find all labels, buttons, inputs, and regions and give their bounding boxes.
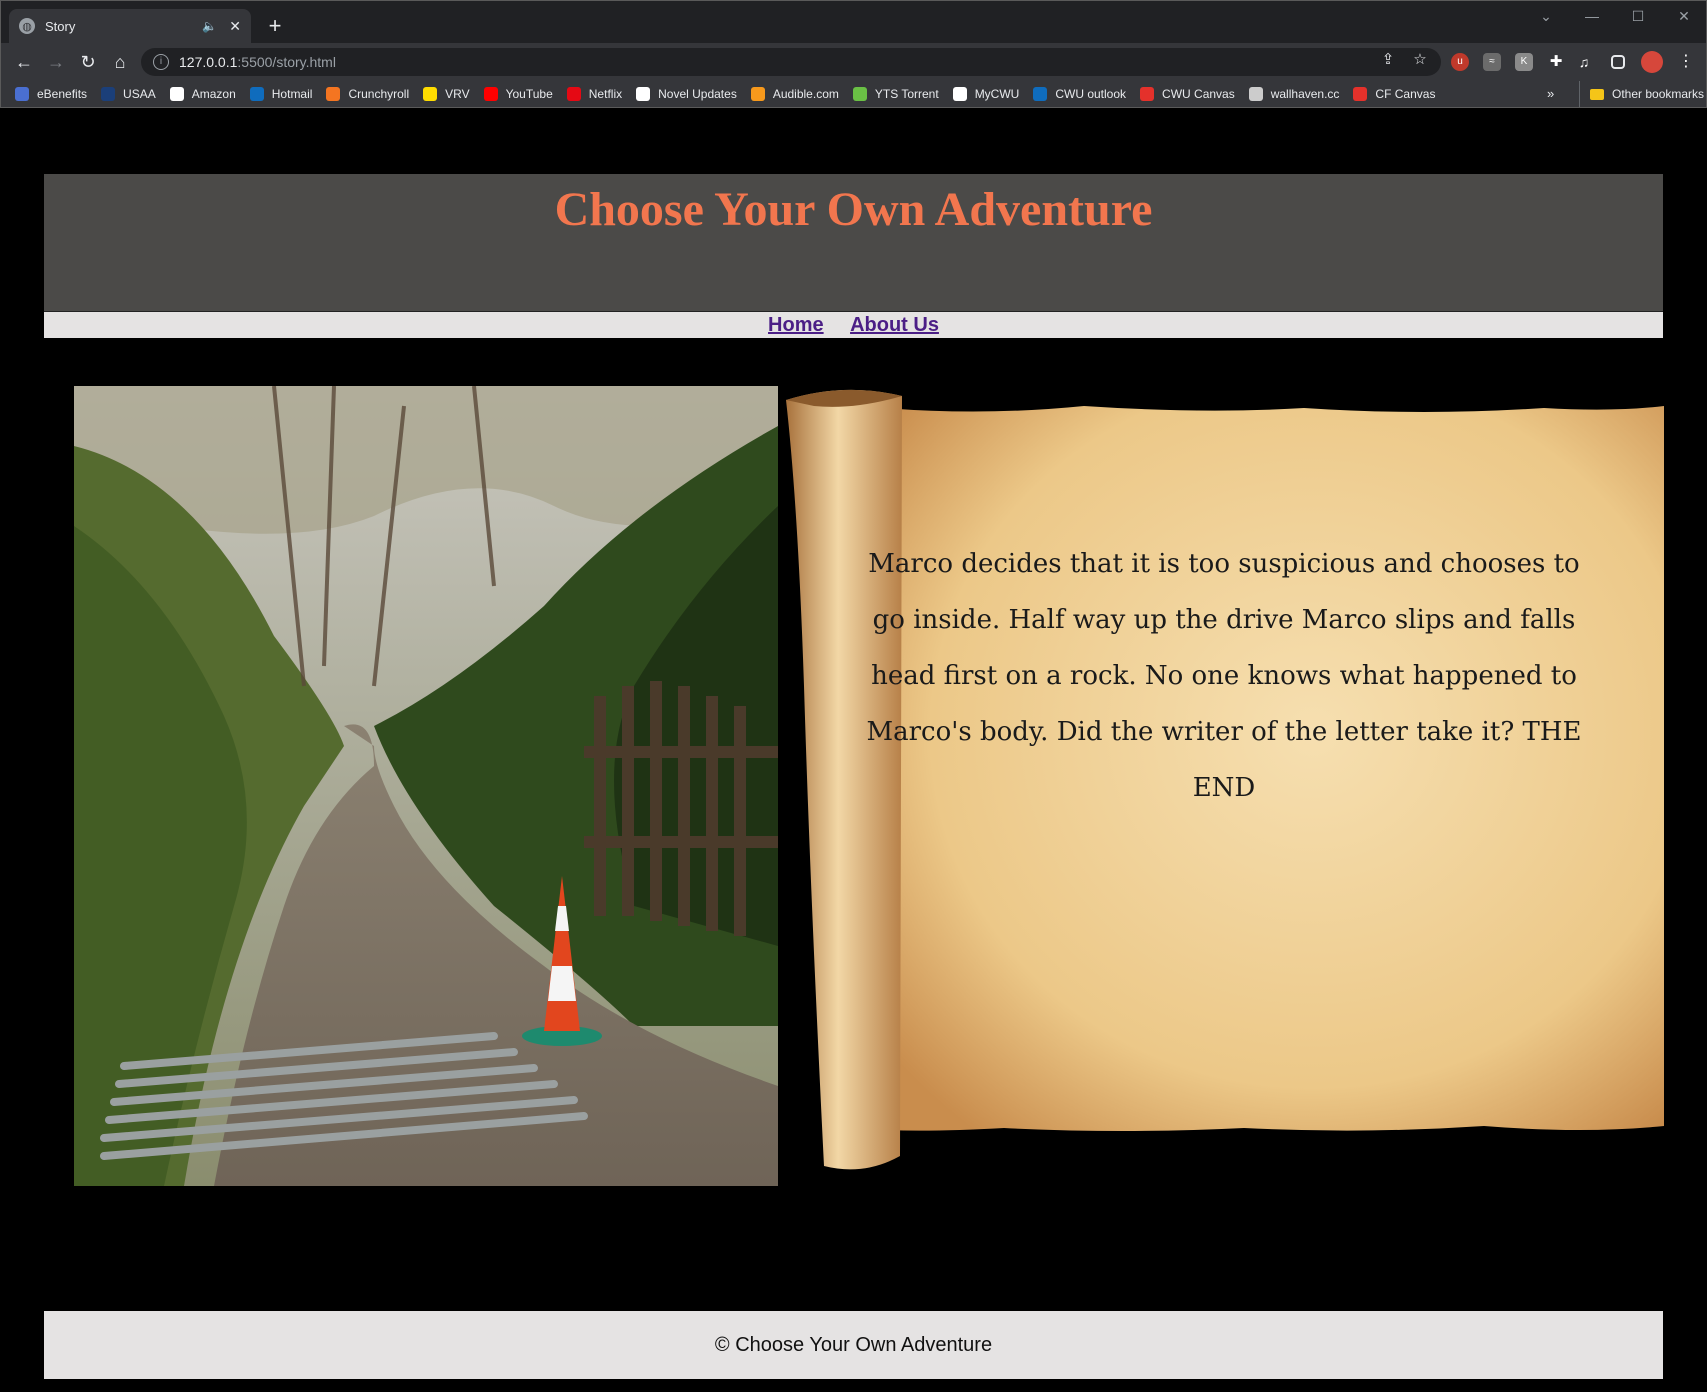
close-window-button[interactable]: ✕ xyxy=(1661,5,1707,27)
bookmark-item[interactable]: Novel Updates xyxy=(636,87,737,101)
bookmark-label: Hotmail xyxy=(271,87,313,101)
share-icon[interactable]: ⇪ xyxy=(1377,50,1399,68)
bookmark-label: eBenefits xyxy=(37,87,88,101)
bookmark-item[interactable]: wallhaven.cc xyxy=(1248,87,1340,101)
bookmark-label: wallhaven.cc xyxy=(1270,87,1340,101)
bookmark-label: Amazon xyxy=(191,87,236,101)
globe-icon: ◍ xyxy=(19,18,35,34)
bookmark-label: CF Canvas xyxy=(1375,87,1436,101)
netflix-icon xyxy=(566,87,581,101)
other-bookmarks-folder[interactable]: Other bookmarks xyxy=(1579,81,1704,107)
story-scene-image xyxy=(74,386,778,1186)
tab-strip: ◍ Story 🔈 ✕ + ⌄ — ☐ ✕ xyxy=(1,1,1706,43)
extension-icon[interactable]: ≈ xyxy=(1483,53,1501,71)
address-bar[interactable]: i 127.0.0.1:5500/story.html xyxy=(141,48,1441,76)
tab-story[interactable]: ◍ Story 🔈 ✕ xyxy=(9,9,251,43)
side-panel-icon[interactable] xyxy=(1611,55,1625,69)
footer-copyright: © Choose Your Own Adventure xyxy=(714,1334,993,1356)
bookmark-item[interactable]: VRV xyxy=(423,87,470,101)
ebenefits-icon xyxy=(15,87,29,101)
home-icon[interactable]: ⌂ xyxy=(107,49,133,75)
bookmark-item[interactable]: Audible.com xyxy=(750,87,839,101)
browser-chrome: ◍ Story 🔈 ✕ + ⌄ — ☐ ✕ ← → ↻ ⌂ i 127.0.0.… xyxy=(0,0,1707,108)
wallhaven-icon xyxy=(1248,87,1263,101)
bookmark-item[interactable]: CF Canvas xyxy=(1353,87,1435,101)
media-icon[interactable]: ♫ xyxy=(1575,53,1593,71)
bookmarks-bar: eBenefits USAA Amazon Hotmail Crunchyroll VRV… xyxy=(1,81,1706,107)
bookmark-label: Novel Updates xyxy=(658,87,737,101)
bookmark-item[interactable]: Hotmail xyxy=(249,87,313,101)
novel-updates-icon xyxy=(636,87,651,101)
bookmark-item[interactable]: Crunchyroll xyxy=(326,87,409,101)
forward-icon[interactable]: → xyxy=(43,49,69,75)
youtube-icon xyxy=(483,87,498,101)
crunchyroll-icon xyxy=(326,87,341,101)
bookmark-label: YouTube xyxy=(505,87,553,101)
puzzle-icon[interactable]: ✚ xyxy=(1547,53,1565,71)
speaker-icon[interactable]: 🔈 xyxy=(202,19,217,33)
web-page: Choose Your Own Adventure Home About Us xyxy=(0,108,1707,1392)
story-text: Marco decides that it is too suspicious … xyxy=(866,549,1582,803)
url-path: :5500/story.html xyxy=(237,54,336,70)
bookmark-label: CWU outlook xyxy=(1055,87,1127,101)
bookmark-item[interactable]: YTS Torrent xyxy=(852,87,939,101)
folder-icon xyxy=(1590,88,1604,100)
main-nav: Home About Us xyxy=(44,312,1663,338)
more-bookmarks-icon[interactable]: » xyxy=(1547,81,1554,107)
other-bookmarks-label: Other bookmarks xyxy=(1612,87,1705,101)
bookmark-star-icon[interactable]: ☆ xyxy=(1409,50,1431,68)
bookmark-item[interactable]: Amazon xyxy=(169,87,236,101)
usaa-icon xyxy=(101,87,116,101)
page-title: Choose Your Own Adventure xyxy=(554,183,1153,236)
outlook-icon xyxy=(1033,87,1048,101)
tab-search-icon[interactable]: ⌄ xyxy=(1523,5,1569,27)
maximize-button[interactable]: ☐ xyxy=(1615,5,1661,27)
close-tab-icon[interactable]: ✕ xyxy=(229,18,241,35)
nav-link-about-us[interactable]: About Us xyxy=(850,312,939,338)
audible-icon xyxy=(750,87,765,101)
menu-icon[interactable]: ⋮ xyxy=(1677,53,1695,71)
bookmark-label: VRV xyxy=(445,87,470,101)
vrv-icon xyxy=(423,87,438,101)
bookmark-item[interactable]: CWU outlook xyxy=(1033,87,1126,101)
new-tab-button[interactable]: + xyxy=(261,13,289,39)
bookmark-item[interactable]: eBenefits xyxy=(15,87,87,101)
bookmark-item[interactable]: MyCWU xyxy=(952,87,1020,101)
bookmark-item[interactable]: YouTube xyxy=(483,87,553,101)
minimize-button[interactable]: — xyxy=(1569,5,1615,27)
globe-icon xyxy=(952,87,967,101)
nav-link-home[interactable]: Home xyxy=(768,312,824,338)
bookmark-item[interactable]: CWU Canvas xyxy=(1140,87,1235,101)
extension-icon[interactable]: K xyxy=(1515,53,1533,71)
browser-toolbar: ← → ↻ ⌂ i 127.0.0.1:5500/story.html ⇪ ☆ … xyxy=(1,43,1706,81)
canvas-icon xyxy=(1353,87,1368,101)
ublock-icon[interactable]: u xyxy=(1451,53,1469,71)
bookmark-label: Audible.com xyxy=(772,87,839,101)
back-icon[interactable]: ← xyxy=(11,49,37,75)
bookmark-item[interactable]: USAA xyxy=(101,87,156,101)
bookmark-label: USAA xyxy=(123,87,156,101)
amazon-icon xyxy=(169,87,184,101)
url-host: 127.0.0.1 xyxy=(179,54,238,70)
bookmark-label: YTS Torrent xyxy=(874,87,939,101)
site-info-icon[interactable]: i xyxy=(153,54,169,70)
site-footer: © Choose Your Own Adventure xyxy=(44,1311,1663,1379)
story-scroll: Marco decides that it is too suspicious … xyxy=(784,386,1664,1174)
avatar[interactable] xyxy=(1641,51,1663,73)
lane-scene-illustration xyxy=(74,386,778,1186)
reload-icon[interactable]: ↻ xyxy=(75,49,101,75)
site-header: Choose Your Own Adventure xyxy=(44,174,1663,312)
canvas-icon xyxy=(1140,87,1155,101)
bookmark-label: Crunchyroll xyxy=(348,87,410,101)
bookmark-label: Netflix xyxy=(588,87,623,101)
bookmark-label: MyCWU xyxy=(974,87,1020,101)
bookmark-item[interactable]: Netflix xyxy=(566,87,623,101)
tab-title: Story xyxy=(45,18,76,34)
outlook-icon xyxy=(249,87,264,101)
bookmark-label: CWU Canvas xyxy=(1162,87,1235,101)
yts-icon xyxy=(852,87,867,101)
